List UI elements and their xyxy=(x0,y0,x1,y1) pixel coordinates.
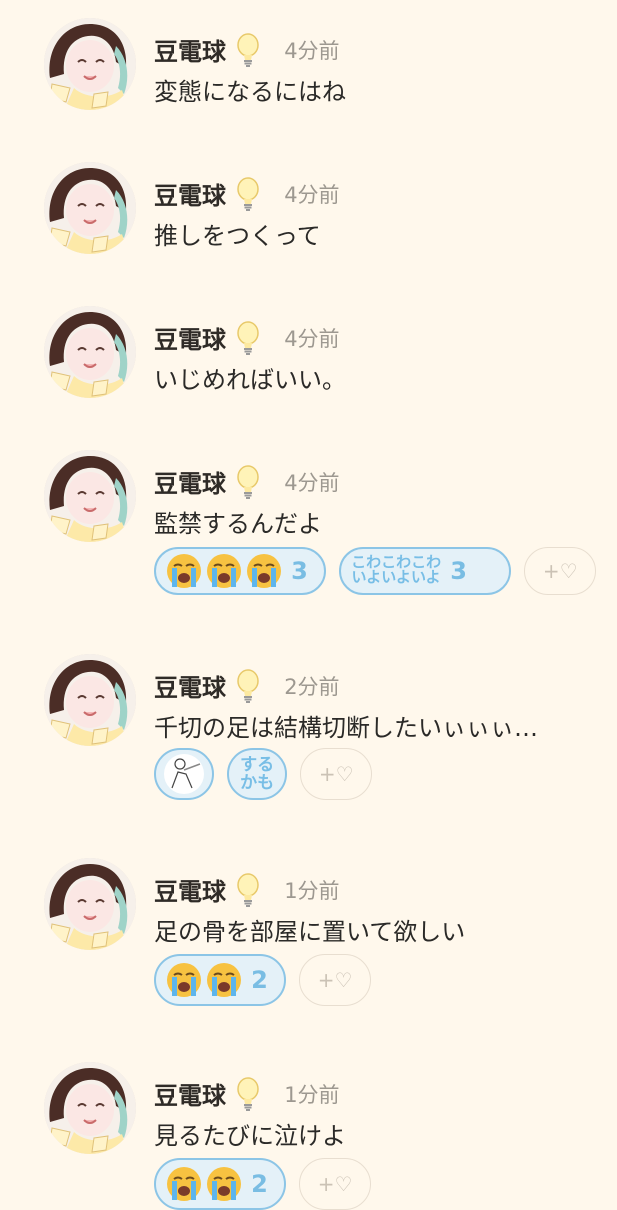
add-reaction-button[interactable]: +♡ xyxy=(299,954,372,1006)
author-name[interactable]: 豆電球 xyxy=(154,38,226,66)
heart-plus-icon: +♡ xyxy=(542,559,578,583)
post-item: 豆電球 1分前 足の骨を部屋に置いて欲しい 2 +♡ xyxy=(0,858,617,1018)
post-header: 豆電球 4分前 xyxy=(154,464,340,499)
author-name[interactable]: 豆電球 xyxy=(154,1082,226,1110)
post-time: 4分前 xyxy=(284,182,340,207)
post-text: いじめればいい。 xyxy=(154,366,346,394)
heart-plus-icon: +♡ xyxy=(317,968,353,992)
post-time: 1分前 xyxy=(284,1082,340,1107)
post-text: 千切の足は結構切断したいぃぃぃ… xyxy=(154,714,538,742)
heart-plus-icon: +♡ xyxy=(317,1172,353,1196)
avatar[interactable] xyxy=(44,162,136,254)
post-header: 豆電球 1分前 xyxy=(154,872,340,907)
reaction-bar: 3 こわこわこわ いよいよいよ 3 +♡ xyxy=(154,547,604,597)
loudly-crying-face-icon xyxy=(166,1166,202,1202)
post-text: 推しをつくって xyxy=(154,222,321,250)
reaction-count: 3 xyxy=(291,557,308,585)
author-name[interactable]: 豆電球 xyxy=(154,182,226,210)
stamp-line: かも xyxy=(240,773,275,793)
reaction-bar: 2 +♡ xyxy=(154,1158,379,1210)
post-header: 豆電球 4分前 xyxy=(154,176,340,211)
stamp-label: する かも xyxy=(240,756,274,792)
reaction-chip[interactable]: 3 xyxy=(154,547,326,595)
loudly-crying-face-icon xyxy=(206,553,242,589)
avatar[interactable] xyxy=(44,654,136,746)
lightbulb-icon xyxy=(235,668,261,703)
reaction-count: 2 xyxy=(251,1170,268,1198)
lightbulb-icon xyxy=(235,32,261,67)
reaction-chip[interactable]: する かも xyxy=(227,748,288,800)
stamp-line: いよいよいよ xyxy=(351,568,441,586)
reaction-chip[interactable]: 2 xyxy=(154,954,286,1006)
post-text: 変態になるにはね xyxy=(154,78,346,106)
heart-plus-icon: +♡ xyxy=(318,762,354,786)
reaction-bar: する かも +♡ xyxy=(154,748,380,800)
lightbulb-icon xyxy=(235,320,261,355)
avatar[interactable] xyxy=(44,1062,136,1154)
add-reaction-button[interactable]: +♡ xyxy=(300,748,373,800)
post-text: 見るたびに泣けよ xyxy=(154,1122,346,1150)
loudly-crying-face-icon xyxy=(166,553,202,589)
post-text: 足の骨を部屋に置いて欲しい xyxy=(154,918,466,946)
post-item: 豆電球 4分前 監禁するんだよ 3 こわこわこわ いよいよいよ 3 +♡ xyxy=(0,450,617,610)
reaction-count: 3 xyxy=(450,557,467,585)
post-time: 4分前 xyxy=(284,326,340,351)
stamp-line: する xyxy=(240,755,275,775)
post-item: 豆電球 4分前 変態になるにはね xyxy=(0,18,617,148)
post-header: 豆電球 4分前 xyxy=(154,32,340,67)
loudly-crying-face-icon xyxy=(246,553,282,589)
post-header: 豆電球 1分前 xyxy=(154,1076,340,1111)
post-time: 2分前 xyxy=(284,674,340,699)
post-time: 4分前 xyxy=(284,470,340,495)
reaction-bar: 2 +♡ xyxy=(154,954,379,1006)
avatar[interactable] xyxy=(44,450,136,542)
lightbulb-icon xyxy=(235,872,261,907)
post-item: 豆電球 4分前 推しをつくって xyxy=(0,162,617,292)
author-name[interactable]: 豆電球 xyxy=(154,326,226,354)
loudly-crying-face-icon xyxy=(206,1166,242,1202)
loudly-crying-face-icon xyxy=(166,962,202,998)
author-name[interactable]: 豆電球 xyxy=(154,674,226,702)
post-header: 豆電球 4分前 xyxy=(154,320,340,355)
post-item: 豆電球 1分前 見るたびに泣けよ 2 +♡ xyxy=(0,1062,617,1210)
lightbulb-icon xyxy=(235,464,261,499)
avatar[interactable] xyxy=(44,306,136,398)
avatar[interactable] xyxy=(44,18,136,110)
reaction-chip[interactable]: こわこわこわ いよいよいよ 3 xyxy=(339,547,512,595)
post-time: 4分前 xyxy=(284,38,340,63)
author-name[interactable]: 豆電球 xyxy=(154,470,226,498)
reaction-chip[interactable]: 2 xyxy=(154,1158,286,1210)
reaction-count: 2 xyxy=(251,966,268,994)
reaction-chip[interactable] xyxy=(154,748,214,800)
add-reaction-button[interactable]: +♡ xyxy=(524,547,597,595)
post-header: 豆電球 2分前 xyxy=(154,668,340,703)
lightbulb-icon xyxy=(235,176,261,211)
post-item: 豆電球 2分前 千切の足は結構切断したいぃぃぃ… する かも +♡ xyxy=(0,654,617,814)
add-reaction-button[interactable]: +♡ xyxy=(299,1158,372,1210)
avatar[interactable] xyxy=(44,858,136,950)
lightbulb-icon xyxy=(235,1076,261,1111)
post-item: 豆電球 4分前 いじめればいい。 xyxy=(0,306,617,436)
stamp-label: こわこわこわ いよいよいよ xyxy=(351,555,441,585)
loudly-crying-face-icon xyxy=(206,962,242,998)
post-time: 1分前 xyxy=(284,878,340,903)
sketch-stamp-icon xyxy=(164,754,204,794)
author-name[interactable]: 豆電球 xyxy=(154,878,226,906)
post-text: 監禁するんだよ xyxy=(154,510,322,538)
